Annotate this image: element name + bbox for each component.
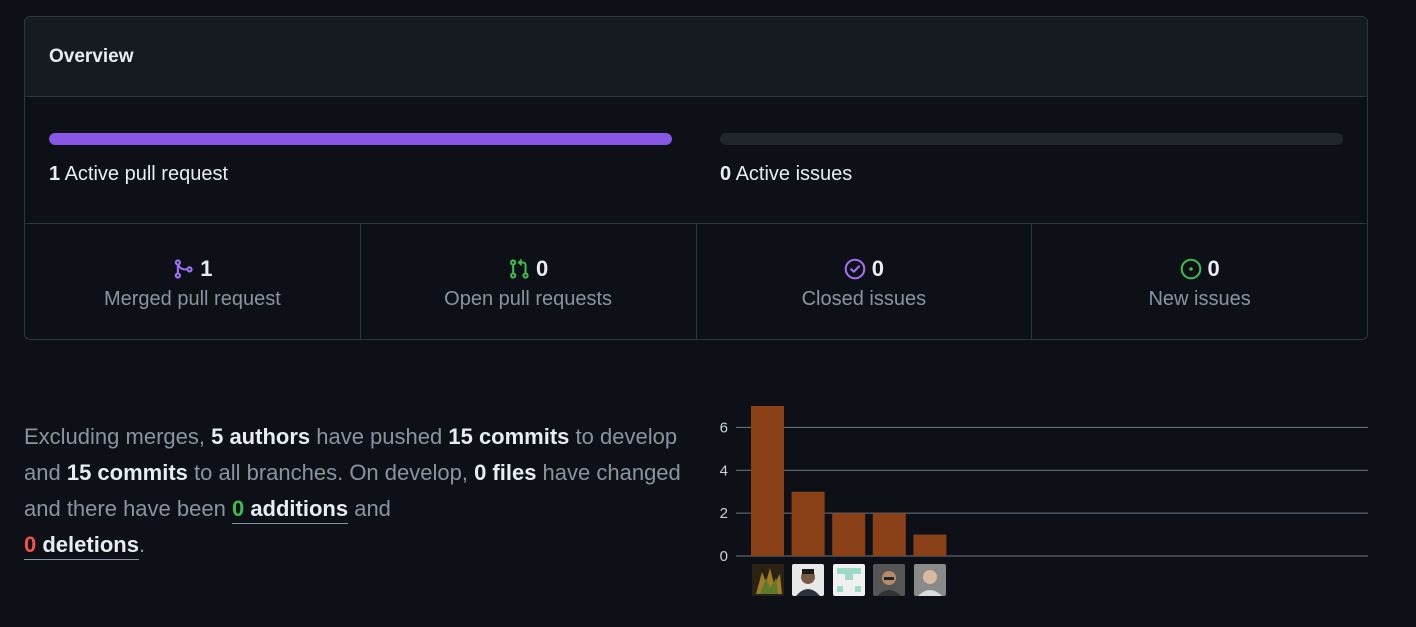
deletions-link[interactable]: 0 deletions [24, 532, 139, 560]
additions-label: additions [244, 496, 349, 521]
commits-all-count: 15 commits [66, 460, 188, 485]
y-tick-label: 2 [720, 505, 728, 522]
contributor-avatar[interactable] [873, 564, 905, 596]
stat-merged-prs[interactable]: 1 Merged pull request [25, 224, 361, 339]
activity-bars: 1 Active pull request 0 Active issues [25, 97, 1367, 224]
active-pr-progress-fill [49, 133, 672, 145]
issue-opened-icon [1180, 258, 1201, 280]
summary-text: to all branches. On develop, [187, 460, 475, 485]
active-pr-link[interactable]: 1 Active pull request [49, 163, 228, 186]
authors-count: 5 authors [211, 424, 311, 449]
open-prs-label: Open pull requests [444, 288, 613, 310]
issue-closed-icon [844, 258, 866, 280]
closed-issues-count: 0 [871, 256, 884, 281]
avatar-image-icon [752, 564, 784, 596]
chart-bar[interactable] [832, 513, 866, 556]
avatar-image-icon [873, 564, 905, 596]
contributor-avatar[interactable] [914, 564, 946, 596]
overview-panel: Overview 1 Active pull request 0 Active … [24, 16, 1368, 340]
stat-new-issues[interactable]: 0 New issues [1032, 224, 1367, 339]
avatar-image-icon [914, 564, 946, 596]
active-pr-label: Active pull request [60, 163, 228, 185]
summary-text: Excluding merges, [24, 424, 212, 449]
contributor-avatar[interactable] [752, 564, 784, 596]
summary-text: . [138, 532, 146, 557]
new-issues-count: 0 [1207, 256, 1220, 281]
commit-summary: Excluding merges, 5 authors have pushed … [24, 419, 684, 563]
files-changed-count: 0 files [474, 460, 537, 485]
open-prs-count: 0 [536, 256, 549, 281]
git-merge-icon [175, 259, 193, 279]
avatar-identicon-icon [833, 564, 865, 596]
active-pr-progress-bar [49, 133, 672, 145]
y-tick-label: 0 [720, 548, 728, 562]
stat-open-prs[interactable]: 0 Open pull requests [361, 224, 697, 339]
git-pull-request-icon [510, 258, 529, 279]
chart-bar[interactable] [751, 406, 784, 556]
y-tick-label: 6 [720, 419, 728, 436]
active-issues-count: 0 [720, 163, 732, 185]
closed-issues-label: Closed issues [801, 288, 927, 310]
y-tick-label: 4 [720, 462, 728, 479]
active-pr-count: 1 [49, 163, 61, 185]
chart-bar[interactable] [913, 534, 947, 556]
chart-bar[interactable] [791, 491, 825, 556]
active-issues-link[interactable]: 0 Active issues [720, 163, 852, 186]
additions-link[interactable]: 0 additions [231, 496, 349, 524]
deletions-label: deletions [36, 532, 139, 557]
contributor-avatar[interactable] [833, 564, 865, 596]
chart-bar[interactable] [872, 513, 906, 556]
contributor-avatar[interactable] [792, 564, 824, 596]
stats-row: 1 Merged pull request 0 Open pull reques… [25, 224, 1367, 339]
active-issues-label: Active issues [731, 163, 853, 185]
merged-prs-count: 1 [200, 256, 213, 281]
summary-text: and [348, 496, 391, 521]
additions-count: 0 [231, 496, 245, 521]
commits-develop-count: 15 commits [448, 424, 570, 449]
overview-header: Overview [25, 17, 1367, 97]
new-issues-label: New issues [1148, 288, 1251, 310]
contributors-bar-chart: 0 2 4 6 [720, 406, 1368, 565]
merged-prs-label: Merged pull request [103, 288, 281, 310]
contributors-chart: 0 2 4 6 [700, 390, 1380, 610]
active-issues-progress-bar [720, 133, 1343, 145]
stat-closed-issues[interactable]: 0 Closed issues [697, 224, 1033, 339]
avatar-image-icon [792, 564, 824, 596]
summary-text: have pushed [310, 424, 449, 449]
overview-title: Overview [49, 45, 134, 67]
deletions-count: 0 [24, 532, 37, 557]
